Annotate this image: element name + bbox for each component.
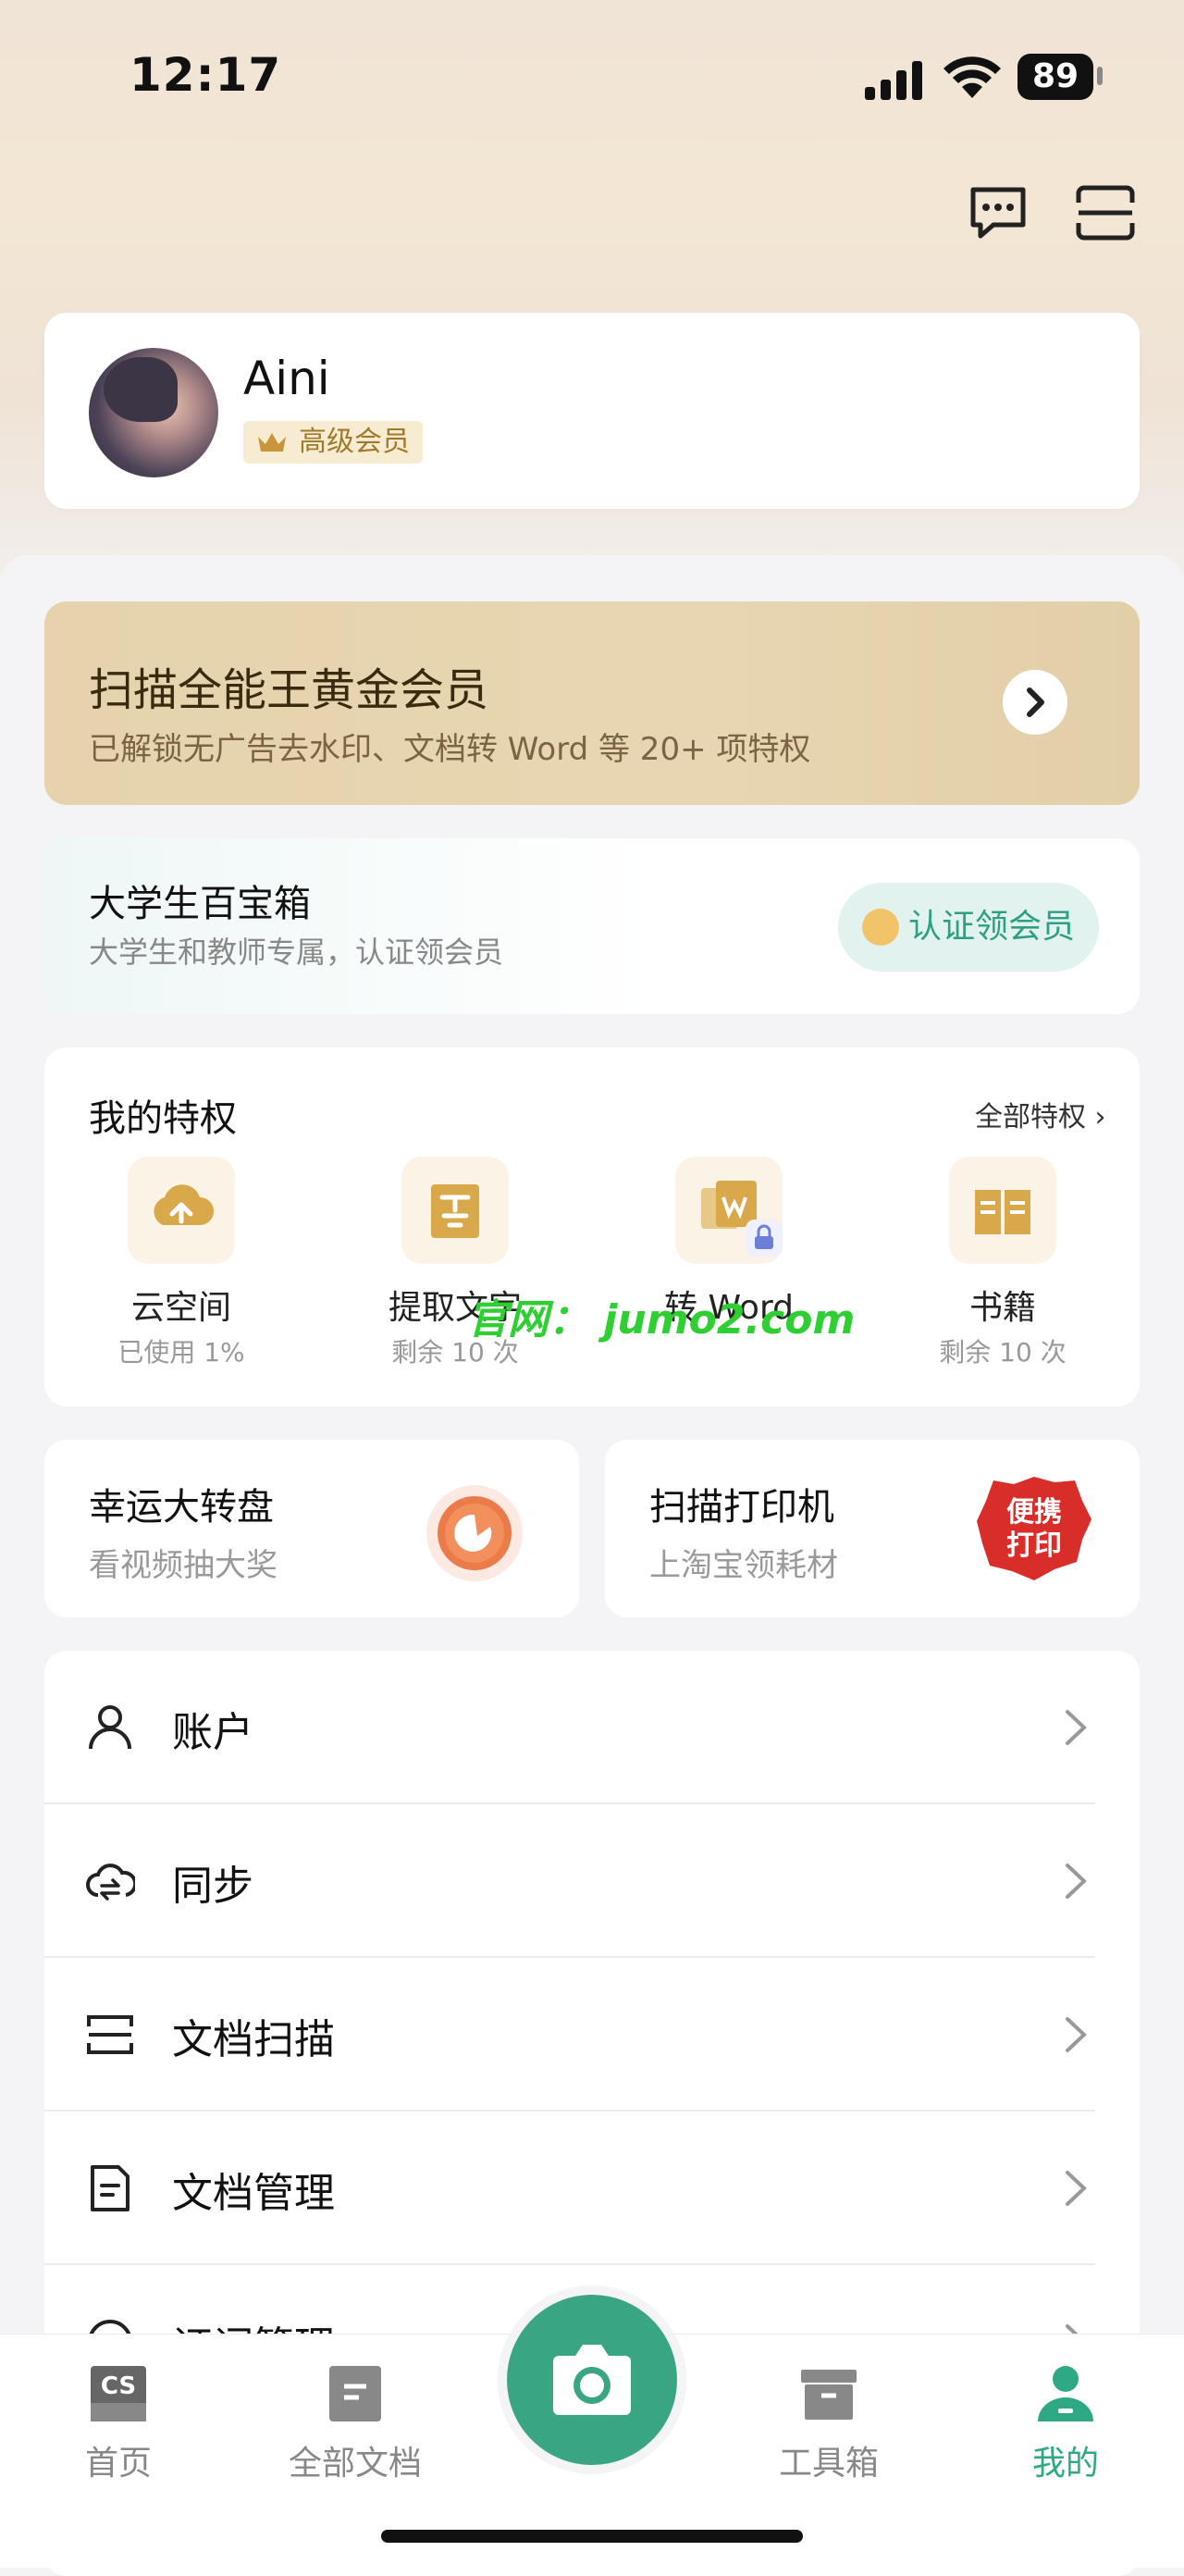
vip-badge-label: 高级会员	[299, 426, 410, 458]
gold-member-subtitle: 已解锁无广告去水印、文档转 Word 等 20+ 项特权	[89, 731, 811, 768]
student-toolbox-title: 大学生百宝箱	[89, 883, 311, 925]
svg-text:CS: CS	[101, 2372, 136, 2400]
menu-item-label: 文档扫描	[172, 2016, 335, 2063]
crown-icon	[258, 433, 286, 452]
tab-toolbox[interactable]: 工具箱	[736, 2353, 921, 2483]
menu-item-label: 文档管理	[172, 2170, 335, 2217]
chevron-right-icon[interactable]	[1003, 670, 1067, 735]
cs-logo-icon: CS	[91, 2366, 146, 2421]
vip-badge: 高级会员	[243, 421, 423, 464]
text-extract-icon	[401, 1157, 509, 1264]
camera-button[interactable]	[507, 2295, 677, 2465]
chevron-right-icon	[1066, 1864, 1087, 1899]
chevron-right-icon	[1066, 2017, 1087, 2052]
menu-item-doc-scan[interactable]: 文档扫描	[44, 1958, 1140, 2112]
user-icon	[89, 1705, 131, 1750]
menu-item-account[interactable]: 账户	[44, 1651, 1140, 1804]
privilege-books[interactable]: 书籍 剩余 10 次	[910, 1157, 1095, 1379]
tab-label: 我的	[1031, 2445, 1099, 2483]
menu-item-sync[interactable]: 同步	[44, 1804, 1140, 1958]
home-indicator[interactable]	[381, 2530, 803, 2543]
privilege-label: 云空间	[130, 1289, 231, 1327]
crown-coin-icon	[862, 909, 899, 946]
tab-mine[interactable]: 我的	[973, 2353, 1158, 2483]
portable-print-badge-icon: 便携 打印	[977, 1477, 1092, 1580]
tab-label: 首页	[84, 2445, 152, 2483]
scan-icon[interactable]	[1073, 180, 1138, 245]
status-bar: 12:17 89	[0, 0, 1184, 157]
chat-bubble-icon[interactable]	[966, 180, 1030, 245]
scan-printer-subtitle: 上淘宝领耗材	[649, 1547, 838, 1584]
profile-icon	[1038, 2366, 1093, 2421]
tab-all-documents[interactable]: 全部文档	[263, 2353, 448, 2483]
menu-item-doc-manage[interactable]: 文档管理	[44, 2112, 1140, 2265]
privilege-word[interactable]: 转 Word	[636, 1157, 821, 1379]
lock-icon	[746, 1220, 783, 1257]
menu-item-label: 同步	[172, 1863, 253, 1910]
privilege-extract-text[interactable]: 提取文字 剩余 10 次	[363, 1157, 548, 1379]
svg-text:打印: 打印	[1006, 1530, 1062, 1562]
scan-printer-card[interactable]: 扫描打印机 上淘宝领耗材 便携 打印	[605, 1440, 1140, 1617]
gold-member-card[interactable]: 扫描全能王黄金会员 已解锁无广告去水印、文档转 Word 等 20+ 项特权	[44, 601, 1140, 805]
privilege-sub: 剩余 10 次	[939, 1337, 1067, 1368]
profile-card[interactable]: Aini 高级会员	[44, 313, 1140, 509]
toolbox-icon	[801, 2370, 857, 2420]
student-toolbox-card[interactable]: 大学生百宝箱 大学生和教师专属，认证领会员 认证领会员	[44, 838, 1140, 1014]
tab-label: 全部文档	[288, 2445, 422, 2483]
battery-tip	[1097, 67, 1103, 85]
tab-label: 工具箱	[778, 2445, 879, 2483]
svg-text:便携: 便携	[1006, 1496, 1062, 1529]
book-icon	[949, 1157, 1056, 1264]
verify-member-button[interactable]: 认证领会员	[838, 883, 1099, 972]
battery-indicator: 89	[1018, 54, 1093, 100]
menu-item-label: 账户	[172, 1709, 253, 1756]
status-time: 12:17	[130, 48, 282, 102]
privileges-card: 我的特权 全部特权 › 云空间 已使用 1% 提取文字 剩余 10 次 转 Wo…	[44, 1047, 1140, 1406]
document-icon	[91, 2165, 130, 2211]
avatar[interactable]	[89, 348, 218, 477]
lucky-wheel-card[interactable]: 幸运大转盘 看视频抽大奖	[44, 1440, 579, 1617]
gold-member-title: 扫描全能王黄金会员	[89, 664, 489, 716]
privilege-cloud[interactable]: 云空间 已使用 1%	[89, 1157, 274, 1379]
privileges-title: 我的特权	[89, 1097, 237, 1140]
watermark-text: 官网： jumo2.com	[467, 1296, 856, 1344]
privilege-label: 书籍	[968, 1289, 1036, 1327]
profile-name: Aini	[243, 352, 330, 405]
lucky-wheel-title: 幸运大转盘	[89, 1486, 274, 1529]
student-toolbox-subtitle: 大学生和教师专属，认证领会员	[89, 935, 504, 970]
cloud-upload-icon	[128, 1157, 235, 1264]
verify-member-label: 认证领会员	[908, 908, 1076, 946]
camera-icon	[553, 2345, 631, 2415]
chevron-right-icon	[1066, 1710, 1087, 1745]
scan-icon	[87, 2015, 133, 2054]
lucky-wheel-subtitle: 看视频抽大奖	[89, 1547, 278, 1584]
tab-home[interactable]: CS 首页	[26, 2353, 211, 2483]
folder-icon	[329, 2366, 381, 2421]
signal-icon	[865, 57, 924, 100]
lucky-wheel-icon	[426, 1485, 523, 1581]
privilege-sub: 已使用 1%	[117, 1337, 245, 1368]
wifi-icon	[944, 56, 1001, 98]
all-privileges-link[interactable]: 全部特权 ›	[975, 1094, 1106, 1134]
chevron-right-icon	[1066, 2171, 1087, 2206]
scan-printer-title: 扫描打印机	[649, 1486, 834, 1529]
cloud-sync-icon	[86, 1864, 135, 1901]
